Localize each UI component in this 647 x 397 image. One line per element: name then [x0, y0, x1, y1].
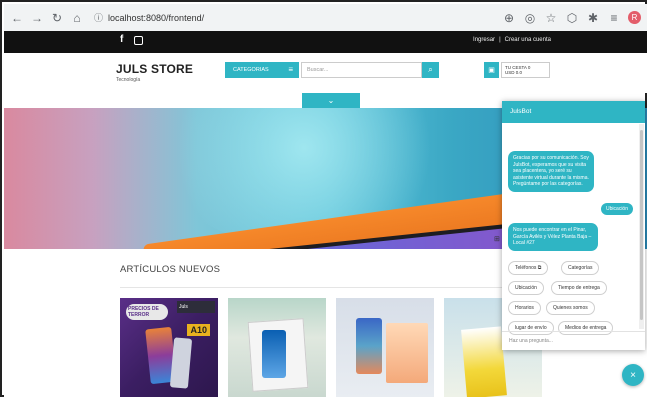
section-divider: [120, 287, 540, 288]
user-message: Ubicación: [601, 203, 633, 215]
grid-view-icon[interactable]: ⊞: [494, 235, 500, 243]
product-box-image: [386, 323, 428, 383]
puzzle-icon[interactable]: ✱: [586, 11, 600, 25]
store-name: JULS STORE: [116, 62, 194, 76]
cart-icon: ▣: [488, 67, 495, 74]
quick-reply-quienes-somos[interactable]: Quienes somos: [546, 301, 595, 315]
cart-button[interactable]: ▣: [484, 62, 499, 78]
product-phone-back-image: [169, 337, 193, 389]
cart-total: USD 0.0: [505, 70, 523, 75]
product-phone-image: [262, 330, 286, 378]
chevron-down-icon: ⌄: [327, 96, 335, 105]
browser-actions: ⊕ ◎ ☆ ⬡ ✱ ≡ R: [502, 11, 641, 25]
top-bar: f Ingresar | Crear una cuenta: [4, 31, 647, 53]
section-title: ARTÍCULOS NUEVOS: [120, 264, 221, 275]
account-links: Ingresar | Crear una cuenta: [473, 37, 551, 43]
zoom-icon[interactable]: ⊕: [502, 11, 516, 25]
quick-reply-telefonos[interactable]: Teléfonos ⧉: [508, 261, 549, 275]
brand-logo: Juls: [177, 301, 215, 313]
chatbot-messages: Gracias por su comunicación. Soy JulsBot…: [502, 123, 638, 335]
product-card[interactable]: [228, 298, 326, 397]
quick-reply-ubicacion[interactable]: Ubicación: [508, 281, 544, 295]
login-link[interactable]: Ingresar: [473, 37, 495, 43]
search-icon: ⌕: [428, 65, 433, 74]
url-text: localhost:8080/frontend/: [108, 12, 205, 23]
product-card[interactable]: [336, 298, 434, 397]
reload-icon[interactable]: ↻: [50, 11, 64, 25]
address-bar[interactable]: ⓘ localhost:8080/frontend/: [94, 9, 502, 27]
star-icon[interactable]: ☆: [544, 11, 558, 25]
chatbot-header: JulsBot: [502, 101, 645, 123]
cart-summary[interactable]: TU CESTA 0 USD 0.0: [501, 62, 550, 78]
menu-icon: ≡: [288, 65, 293, 74]
extension-icon[interactable]: ⬡: [565, 11, 579, 25]
info-icon[interactable]: ⓘ: [94, 11, 103, 24]
social-links: f: [120, 34, 144, 45]
product-card[interactable]: PRECIOS DE TERROR Juls A10: [120, 298, 218, 397]
register-link[interactable]: Crear una cuenta: [505, 37, 551, 43]
profile-avatar[interactable]: R: [628, 11, 641, 24]
instagram-icon[interactable]: [134, 36, 144, 45]
chatbot-window: JulsBot Gracias por su comunicación. Soy…: [502, 101, 645, 350]
site-header: JULS STORE Tecnología CATEGORIAS ≡ Busca…: [4, 53, 647, 93]
external-link-icon: ⧉: [537, 265, 542, 271]
eye-off-icon[interactable]: ◎: [523, 11, 537, 25]
forward-icon[interactable]: →: [30, 11, 44, 25]
reading-list-icon[interactable]: ≡: [607, 11, 621, 25]
promo-badge: PRECIOS DE TERROR: [126, 304, 168, 320]
separator: |: [499, 37, 501, 43]
categories-button[interactable]: CATEGORIAS ≡: [225, 62, 299, 78]
model-badge: A10: [187, 324, 210, 336]
product-box-image: [461, 326, 507, 397]
store-logo[interactable]: JULS STORE Tecnología: [116, 62, 193, 83]
close-icon: ×: [630, 369, 636, 381]
quick-reply-tiempo-entrega[interactable]: Tiempo de entrega: [551, 281, 607, 295]
chat-input[interactable]: Haz una pregunta...: [502, 331, 645, 350]
search-button[interactable]: ⌕: [422, 62, 439, 78]
scrollbar-thumb[interactable]: [640, 130, 643, 320]
categories-label: CATEGORIAS: [233, 67, 269, 73]
facebook-icon[interactable]: f: [120, 34, 123, 45]
browser-toolbar: ← → ↻ ⌂ ⓘ localhost:8080/frontend/ ⊕ ◎ ☆…: [4, 4, 647, 31]
product-phone-image: [356, 318, 382, 374]
quick-reply-categorias[interactable]: Categorías: [561, 261, 600, 275]
search-input[interactable]: Buscar...: [301, 62, 422, 78]
bot-message: Gracias por su comunicación. Soy JulsBot…: [508, 151, 594, 192]
close-chat-button[interactable]: ×: [622, 364, 644, 386]
chat-scrollbar[interactable]: [639, 124, 644, 329]
back-icon[interactable]: ←: [10, 11, 24, 25]
browser-window: ← → ↻ ⌂ ⓘ localhost:8080/frontend/ ⊕ ◎ ☆…: [0, 0, 647, 397]
menu-toggle-button[interactable]: ⌄: [302, 93, 360, 108]
store-tagline: Tecnología: [116, 77, 141, 83]
bot-message: Nos puede encontrar en el Pinar, García …: [508, 223, 598, 251]
quick-reply-horarios[interactable]: Horarios: [508, 301, 541, 315]
home-icon[interactable]: ⌂: [70, 11, 84, 25]
